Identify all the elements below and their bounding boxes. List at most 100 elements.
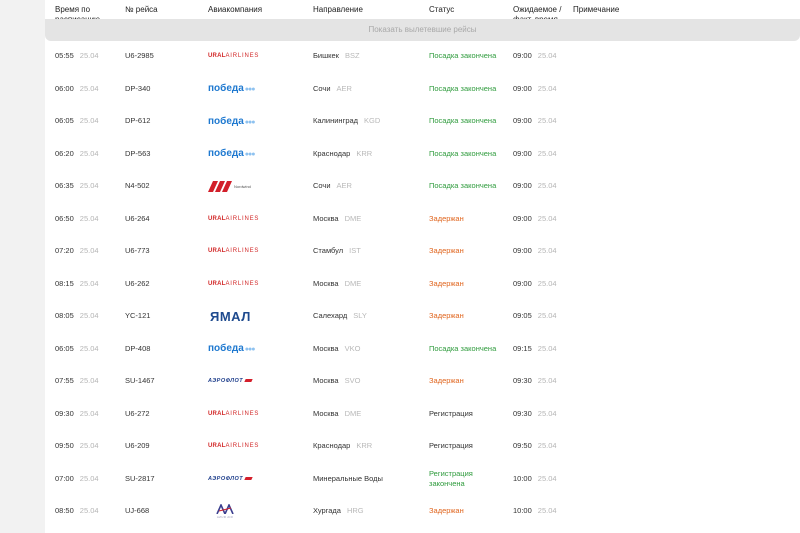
- flight-number[interactable]: U6-773: [125, 235, 150, 267]
- table-row[interactable]: 09:30 25.04 U6-272 URALAIRLINES Москва DME Рег…: [45, 398, 800, 431]
- expected-time: 09:00: [513, 116, 532, 125]
- scheduled-time-cell: 06:50 25.04: [55, 203, 99, 235]
- scheduled-time-cell: 08:15 25.04: [55, 268, 99, 300]
- flight-number[interactable]: U6-2985: [125, 40, 154, 72]
- scheduled-date: 25.04: [79, 408, 99, 418]
- departures-board: Время по расписанию № рейса Авиакомпания…: [45, 0, 800, 533]
- table-row[interactable]: 08:15 25.04 U6-262 URALAIRLINES Москва DME Зад…: [45, 268, 800, 301]
- expected-time: 09:15: [513, 343, 532, 353]
- destination-code: KRR: [356, 441, 373, 450]
- flight-number[interactable]: DP-340: [125, 73, 150, 105]
- airline-logo-aeroflot: АЭРОФЛОТ: [208, 365, 253, 397]
- expected-time-cell: 09:00 25.04: [513, 73, 557, 105]
- destination-city: Сочи: [313, 181, 331, 190]
- scheduled-time-cell: 06:20 25.04: [55, 138, 99, 170]
- table-row[interactable]: 06:00 25.04 DP-340 победа●●● Сочи AER Посадка …: [45, 73, 800, 106]
- scheduled-time-cell: 08:05 25.04: [55, 300, 99, 332]
- scheduled-time: 09:30: [55, 408, 74, 418]
- expected-date: 25.04: [537, 246, 557, 255]
- expected-time: 09:00: [513, 148, 532, 158]
- expected-time: 09:00: [513, 213, 532, 223]
- destination-city: Салехард: [313, 311, 348, 320]
- scheduled-date: 25.04: [79, 311, 99, 320]
- table-row[interactable]: 05:55 25.04 U6-2985 URALAIRLINES Бишкек BSZ По…: [45, 40, 800, 73]
- destination-city: Москва: [313, 213, 339, 223]
- destination-cell: Москва SVO: [313, 365, 360, 397]
- status-badge: Задержан: [429, 246, 464, 255]
- table-row[interactable]: 07:00 25.04 SU-2817 АЭРОФЛОТ Минеральные Вод…: [45, 463, 800, 496]
- flight-number[interactable]: U6-272: [125, 398, 150, 430]
- airline-logo-pobeda: победа●●●: [208, 138, 255, 170]
- scheduled-time: 07:55: [55, 376, 74, 385]
- expected-time-cell: 10:00 25.04: [513, 463, 557, 495]
- table-row[interactable]: 06:20 25.04 DP-563 победа●●● Краснодар KRR Пос…: [45, 138, 800, 171]
- airline-logo-ural: URALAIRLINES: [208, 268, 259, 300]
- scheduled-time: 06:00: [55, 83, 74, 93]
- table-row[interactable]: 06:50 25.04 U6-264 URALAIRLINES Москва DME Зад…: [45, 203, 800, 236]
- destination-code: DME: [344, 278, 362, 288]
- expected-date: 25.04: [537, 506, 557, 515]
- expected-date: 25.04: [537, 278, 557, 288]
- expected-date: 25.04: [537, 148, 557, 158]
- table-row[interactable]: 08:50 25.04 UJ-668 AZUR AIR Хургада HRG Задерж…: [45, 495, 800, 528]
- table-row[interactable]: 08:05 25.04 YC-121 ЯМАЛ Салехард SLY Задержан 0…: [45, 300, 800, 333]
- expected-date: 25.04: [537, 408, 557, 418]
- airline-logo-ural: URALAIRLINES: [208, 40, 259, 72]
- destination-cell: Стамбул IST: [313, 235, 361, 267]
- destination-code: AER: [336, 83, 352, 93]
- pobeda-logo: победа●●●: [208, 115, 255, 127]
- expected-time-cell: 09:00 25.04: [513, 203, 557, 235]
- table-row[interactable]: 07:55 25.04 SU-1467 АЭРОФЛОТ Москва SVO Задерж…: [45, 365, 800, 398]
- scheduled-time-cell: 07:55 25.04: [55, 365, 99, 397]
- header-note: Примечание: [573, 5, 620, 14]
- flight-number[interactable]: SU-1467: [125, 365, 155, 397]
- scheduled-date: 25.04: [79, 116, 99, 125]
- destination-code: KRR: [356, 148, 373, 158]
- scheduled-date: 25.04: [79, 51, 99, 60]
- show-departed-button[interactable]: Показать вылетевшие рейсы: [45, 19, 800, 41]
- destination-cell: Салехард SLY: [313, 300, 367, 332]
- destination-code: SLY: [353, 311, 367, 320]
- flight-number[interactable]: SU-2817: [125, 463, 155, 495]
- expected-date: 25.04: [537, 83, 557, 93]
- flight-number[interactable]: U6-264: [125, 203, 150, 235]
- scheduled-time-cell: 09:30 25.04: [55, 398, 99, 430]
- destination-city: Москва: [313, 376, 339, 385]
- table-row[interactable]: 07:20 25.04 U6-773 URALAIRLINES Стамбул IST За…: [45, 235, 800, 268]
- table-row[interactable]: 06:05 25.04 DP-612 победа●●● Калининград KGD П…: [45, 105, 800, 138]
- airline-logo-aeroflot: АЭРОФЛОТ: [208, 463, 253, 495]
- ural-airlines-logo: URALAIRLINES: [208, 443, 260, 449]
- flight-number[interactable]: UJ-668: [125, 495, 149, 527]
- scheduled-date: 25.04: [79, 278, 99, 288]
- pobeda-logo: победа●●●: [208, 148, 255, 159]
- status-badge: Посадка закончена: [429, 116, 497, 125]
- table-row[interactable]: 09:50 25.04 U6-209 URALAIRLINES Краснодар KRR…: [45, 430, 800, 463]
- flight-number[interactable]: U6-209: [125, 430, 150, 462]
- table-row[interactable]: 06:35 25.04 N4-502 Nordwind Сочи AER Посадка з…: [45, 170, 800, 203]
- flight-number[interactable]: DP-612: [125, 105, 150, 137]
- expected-time-cell: 09:00 25.04: [513, 170, 557, 202]
- airline-logo-pobeda: победа●●●: [208, 105, 255, 137]
- scheduled-date: 25.04: [79, 473, 99, 483]
- destination-city: Краснодар: [313, 148, 351, 158]
- status-badge: Задержан: [429, 376, 464, 385]
- destination-cell: Минеральные Воды: [313, 463, 389, 495]
- destination-city: Краснодар: [313, 441, 351, 450]
- destination-city: Хургада: [313, 506, 341, 515]
- flight-number[interactable]: YC-121: [125, 300, 150, 332]
- header-destination: Направление: [313, 5, 363, 14]
- expected-time: 09:00: [513, 51, 532, 60]
- scheduled-time-cell: 09:50 25.04: [55, 430, 99, 462]
- destination-city: Москва: [313, 343, 339, 353]
- flight-number[interactable]: U6-262: [125, 268, 150, 300]
- flight-number[interactable]: N4-502: [125, 170, 150, 202]
- table-row[interactable]: 06:05 25.04 DP-408 победа●●● Москва VKO Посадк…: [45, 333, 800, 366]
- nordwind-logo: Nordwind: [208, 180, 251, 192]
- flight-number[interactable]: DP-563: [125, 138, 150, 170]
- ural-airlines-logo: URALAIRLINES: [208, 280, 260, 287]
- scheduled-time: 08:50: [55, 506, 74, 515]
- expected-time-cell: 09:30 25.04: [513, 398, 557, 430]
- scheduled-time: 08:15: [55, 278, 74, 288]
- scheduled-time-cell: 07:20 25.04: [55, 235, 99, 267]
- flight-number[interactable]: DP-408: [125, 333, 150, 365]
